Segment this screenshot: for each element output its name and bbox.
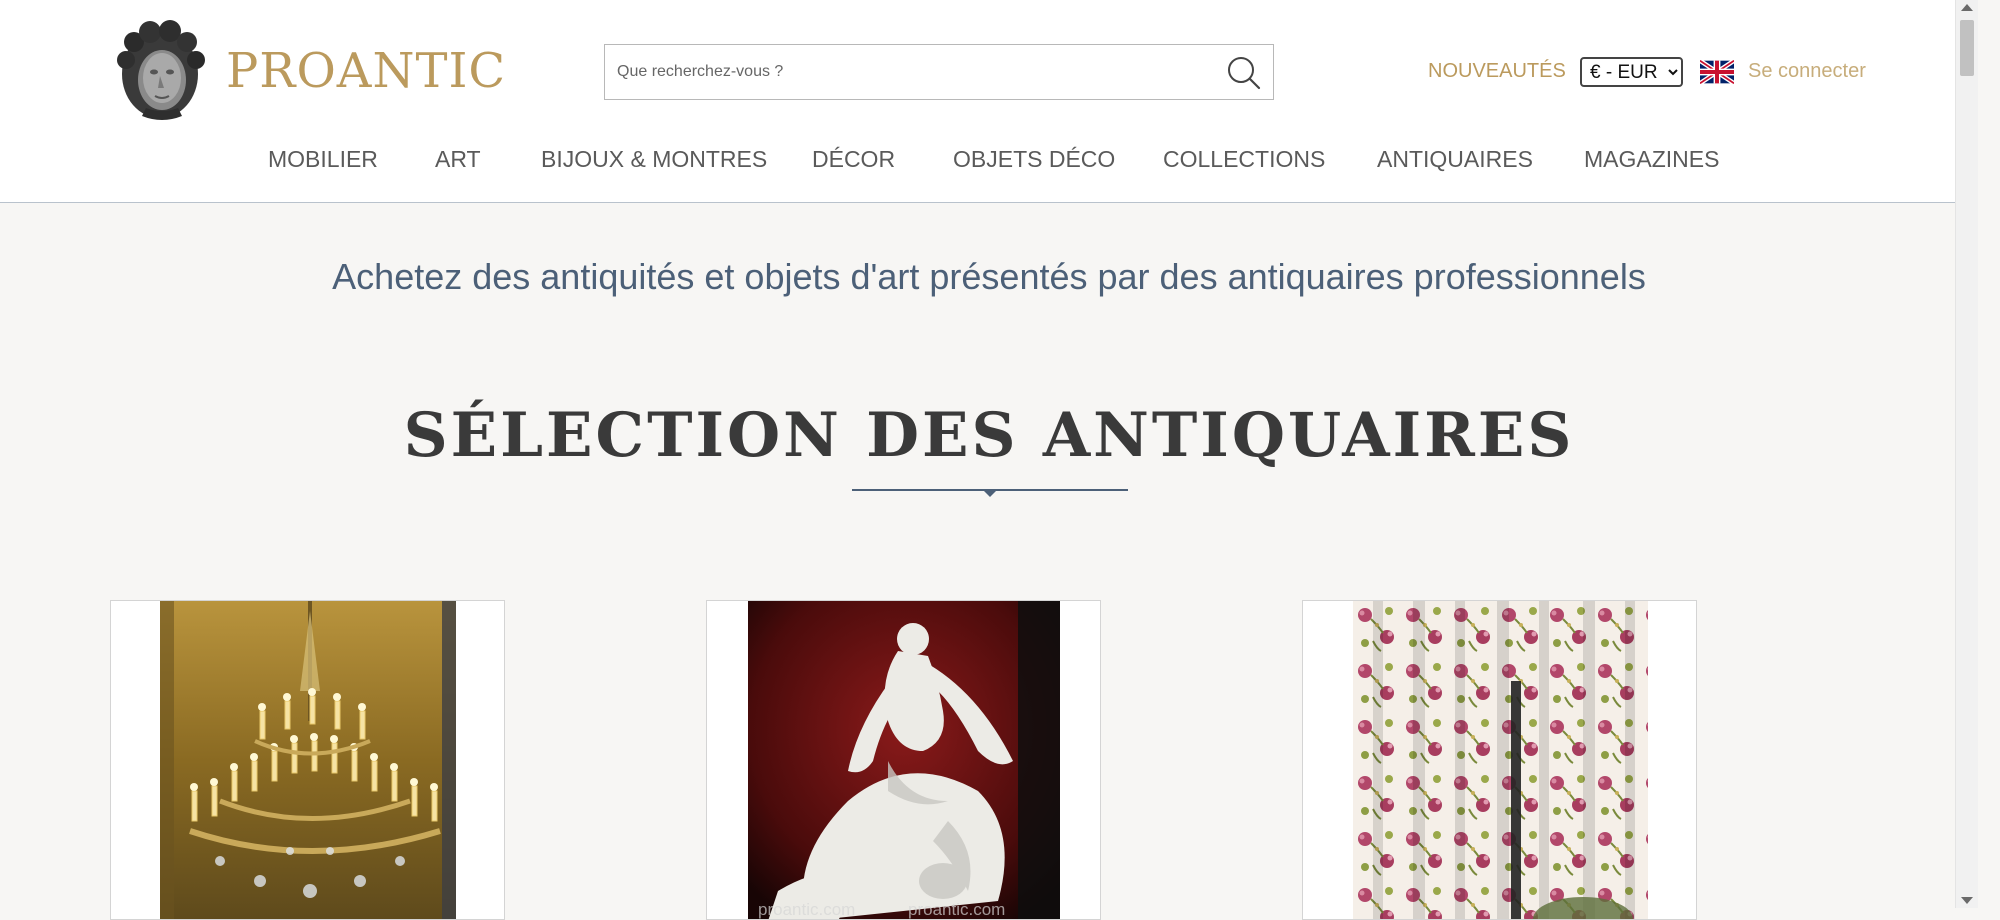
search-bar [604,44,1274,100]
nav-item-magazines[interactable]: MAGAZINES [1584,146,1719,173]
nouveautes-link[interactable]: NOUVEAUTÉS [1428,60,1566,83]
site-header: PROANTIC NOUVEAUTÉS € - EUR Se connecter [0,0,1978,203]
nav-item-antiquaires[interactable]: ANTIQUAIRES [1377,146,1533,173]
nav-item-art[interactable]: ART [435,146,481,173]
search-icon[interactable] [1223,53,1263,93]
page: PROANTIC NOUVEAUTÉS € - EUR Se connecter [0,0,1978,920]
product-card-chandelier[interactable] [110,600,505,920]
brand-name: PROANTIC [226,43,507,99]
scrollbar-thumb[interactable] [1960,20,1974,76]
main-nav: MOBILIER ART BIJOUX & MONTRES DÉCOR OBJE… [0,146,1978,182]
nav-item-mobilier[interactable]: MOBILIER [268,146,378,173]
product-card-curtains[interactable] [1302,600,1697,920]
sculpted-head-logo-icon [117,20,205,120]
chandelier-image [160,601,456,919]
uk-flag-icon[interactable] [1700,60,1734,84]
page-scrollbar[interactable] [1955,0,1978,908]
watermark-text-left: proantic.com [758,900,855,919]
search-input[interactable] [605,45,1207,99]
scroll-down-arrow-icon[interactable] [1961,897,1973,904]
floral-curtains-image [1353,601,1648,919]
login-link[interactable]: Se connecter [1748,60,1866,83]
title-divider [852,489,1128,497]
proantic-logo-link[interactable]: PROANTIC [112,20,506,122]
currency-select[interactable]: € - EUR [1580,57,1683,87]
nav-item-bijoux-montres[interactable]: BIJOUX & MONTRES [541,146,767,173]
product-card-sculpture[interactable]: proantic.com proantic.com [706,600,1101,920]
nav-item-objets-deco[interactable]: OBJETS DÉCO [953,146,1115,173]
scroll-up-arrow-icon[interactable] [1961,4,1973,11]
nav-item-decor[interactable]: DÉCOR [812,146,895,173]
section-title: SÉLECTION DES ANTIQUAIRES [403,400,1575,471]
nav-item-collections[interactable]: COLLECTIONS [1163,146,1325,173]
watermark-text-right: proantic.com [908,900,1005,919]
marble-sculpture-image: proantic.com proantic.com [748,601,1060,919]
tagline: Achetez des antiquités et objets d'art p… [332,256,1646,297]
